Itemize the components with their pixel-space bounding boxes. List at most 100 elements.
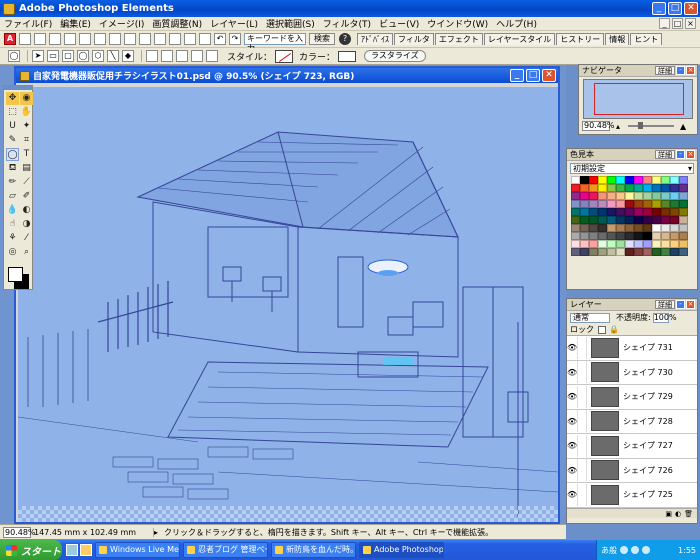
color-swatch-cell[interactable] <box>616 248 625 256</box>
doc-close-button[interactable]: × <box>685 18 696 29</box>
color-swatch-cell[interactable] <box>625 200 634 208</box>
color-swatch-cell[interactable] <box>634 192 643 200</box>
navigator-zoom-slider[interactable] <box>628 122 675 129</box>
color-swatch-cell[interactable] <box>679 208 688 216</box>
paint-bucket-icon[interactable]: ⛾ <box>6 162 19 175</box>
color-swatch-cell[interactable] <box>625 176 634 184</box>
layer-row[interactable]: 👁 シェイプ 726 <box>567 459 697 483</box>
color-swatch-cell[interactable] <box>607 232 616 240</box>
color-swatch-cell[interactable] <box>589 184 598 192</box>
color-swatch-cell[interactable] <box>643 208 652 216</box>
type-tool-icon[interactable]: T <box>20 148 33 161</box>
color-swatch-cell[interactable] <box>589 208 598 216</box>
layer-link-toggle[interactable] <box>577 361 587 384</box>
eyedropper-icon[interactable]: ⁄ <box>20 232 33 245</box>
security-icon[interactable] <box>642 546 650 554</box>
ellipse-tool-icon[interactable]: ◯ <box>6 148 19 161</box>
blend-mode-select[interactable]: 通常 <box>570 312 610 323</box>
color-swatch-cell[interactable] <box>643 216 652 224</box>
color-swatch-cell[interactable] <box>625 248 634 256</box>
sponge-tool-icon[interactable]: ◐ <box>20 204 33 217</box>
color-swatch-cell[interactable] <box>598 200 607 208</box>
layer-row[interactable]: 👁 シェイプ 725 <box>567 483 697 508</box>
style-picker[interactable] <box>275 49 294 63</box>
color-swatch-cell[interactable] <box>607 176 616 184</box>
color-swatch-cell[interactable] <box>571 176 580 184</box>
color-swatch-cell[interactable] <box>643 192 652 200</box>
color-swatch-cell[interactable] <box>670 192 679 200</box>
layer-row[interactable]: 👁 シェイプ 729 <box>567 385 697 410</box>
color-swatch-cell[interactable] <box>643 248 652 256</box>
color-swatch-cell[interactable] <box>580 200 589 208</box>
color-swatch-cell[interactable] <box>616 184 625 192</box>
clone-stamp-icon[interactable]: ⚘ <box>6 232 19 245</box>
layers-minimize-icon[interactable]: - <box>676 300 685 309</box>
color-swatch-cell[interactable] <box>661 200 670 208</box>
color-swatch-cell[interactable] <box>580 248 589 256</box>
zoom-in-icon[interactable]: ▲ <box>680 122 686 131</box>
color-swatch-cell[interactable] <box>616 216 625 224</box>
layers-more-button[interactable]: 詳細 <box>655 300 675 309</box>
color-swatch-cell[interactable] <box>670 224 679 232</box>
menu-image[interactable]: イメージ(I) <box>99 17 145 30</box>
color-swatch-cell[interactable] <box>652 248 661 256</box>
color-swatch-cell[interactable] <box>580 176 589 184</box>
document-titlebar[interactable]: 自家発電機器販促用チラシイラスト01.psd @ 90.5% (シェイプ 723… <box>16 68 558 83</box>
color-swatch-cell[interactable] <box>589 176 598 184</box>
zoom-field[interactable]: 90.48% <box>3 526 36 538</box>
palette-tab-hints[interactable]: ヒント <box>630 33 663 45</box>
task-browser[interactable]: 新防鳥を血んだ時。... <box>271 542 356 558</box>
visibility-eye-icon[interactable]: 👁 <box>567 417 577 426</box>
delete-layer-icon[interactable]: 🗑 <box>684 510 693 518</box>
color-swatch-cell[interactable] <box>679 232 688 240</box>
color-swatch-cell[interactable] <box>652 240 661 248</box>
color-swatch-cell[interactable] <box>571 224 580 232</box>
color-swatch-cell[interactable] <box>652 192 661 200</box>
palette-tab-effects[interactable]: エフェクト <box>434 33 483 45</box>
color-swatch-cell[interactable] <box>616 192 625 200</box>
custom-shape-icon[interactable]: ◆ <box>122 50 134 62</box>
color-swatch-cell[interactable] <box>634 232 643 240</box>
navigator-close-icon[interactable]: × <box>686 66 695 75</box>
color-swatch-cell[interactable] <box>589 232 598 240</box>
color-swatch-cell[interactable] <box>598 176 607 184</box>
shape-area-exclude-icon[interactable] <box>206 50 218 62</box>
menu-enhance[interactable]: 画質調整(N) <box>152 17 202 30</box>
print-icon[interactable] <box>109 33 121 45</box>
swatches-close-icon[interactable]: × <box>686 150 695 159</box>
swatches-title[interactable]: 色見本 詳細 - × <box>567 149 697 161</box>
color-swatch-cell[interactable] <box>679 224 688 232</box>
new-layer-icon[interactable]: ▣ <box>665 510 672 518</box>
palette-tab-filters[interactable]: フィルタ <box>394 33 434 45</box>
color-swatch-cell[interactable] <box>616 240 625 248</box>
print-preview-icon[interactable] <box>124 33 136 45</box>
quick-launch-icon[interactable] <box>80 544 92 556</box>
color-swatch-cell[interactable] <box>625 192 634 200</box>
menu-file[interactable]: ファイル(F) <box>4 17 52 30</box>
layers-title[interactable]: レイヤー 詳細 - × <box>567 299 697 311</box>
color-swatch-cell[interactable] <box>571 200 580 208</box>
color-swatch-cell[interactable] <box>625 208 634 216</box>
color-swatch-cell[interactable] <box>589 200 598 208</box>
magnify-icon[interactable]: ⌕ <box>20 246 33 259</box>
doc-minimize-button[interactable]: _ <box>659 18 670 29</box>
eraser-tool-icon[interactable]: ▱ <box>6 190 19 203</box>
document-close-button[interactable]: ✕ <box>542 69 556 82</box>
swatches-preset-select[interactable]: 初期設定 <box>570 163 694 174</box>
color-swatch-cell[interactable] <box>652 216 661 224</box>
layers-close-icon[interactable]: × <box>686 300 695 309</box>
color-swatch-cell[interactable] <box>679 176 688 184</box>
swatches-minimize-icon[interactable]: - <box>676 150 685 159</box>
color-swatch-cell[interactable] <box>580 240 589 248</box>
task-photoshop[interactable]: Adobe Photoshop Ele... <box>359 542 444 558</box>
color-swatch-cell[interactable] <box>643 200 652 208</box>
color-swatch-cell[interactable] <box>580 232 589 240</box>
start-button[interactable]: スタート <box>0 540 62 560</box>
step-backward-icon[interactable] <box>169 33 181 45</box>
color-swatch-cell[interactable] <box>679 200 688 208</box>
color-swatch-cell[interactable] <box>661 192 670 200</box>
navigator-title[interactable]: ナビゲータ 詳細 - × <box>579 65 697 77</box>
navigator-zoom-field[interactable]: 90.48% <box>582 121 615 131</box>
color-swatch-cell[interactable] <box>616 200 625 208</box>
color-picker[interactable] <box>338 50 357 62</box>
